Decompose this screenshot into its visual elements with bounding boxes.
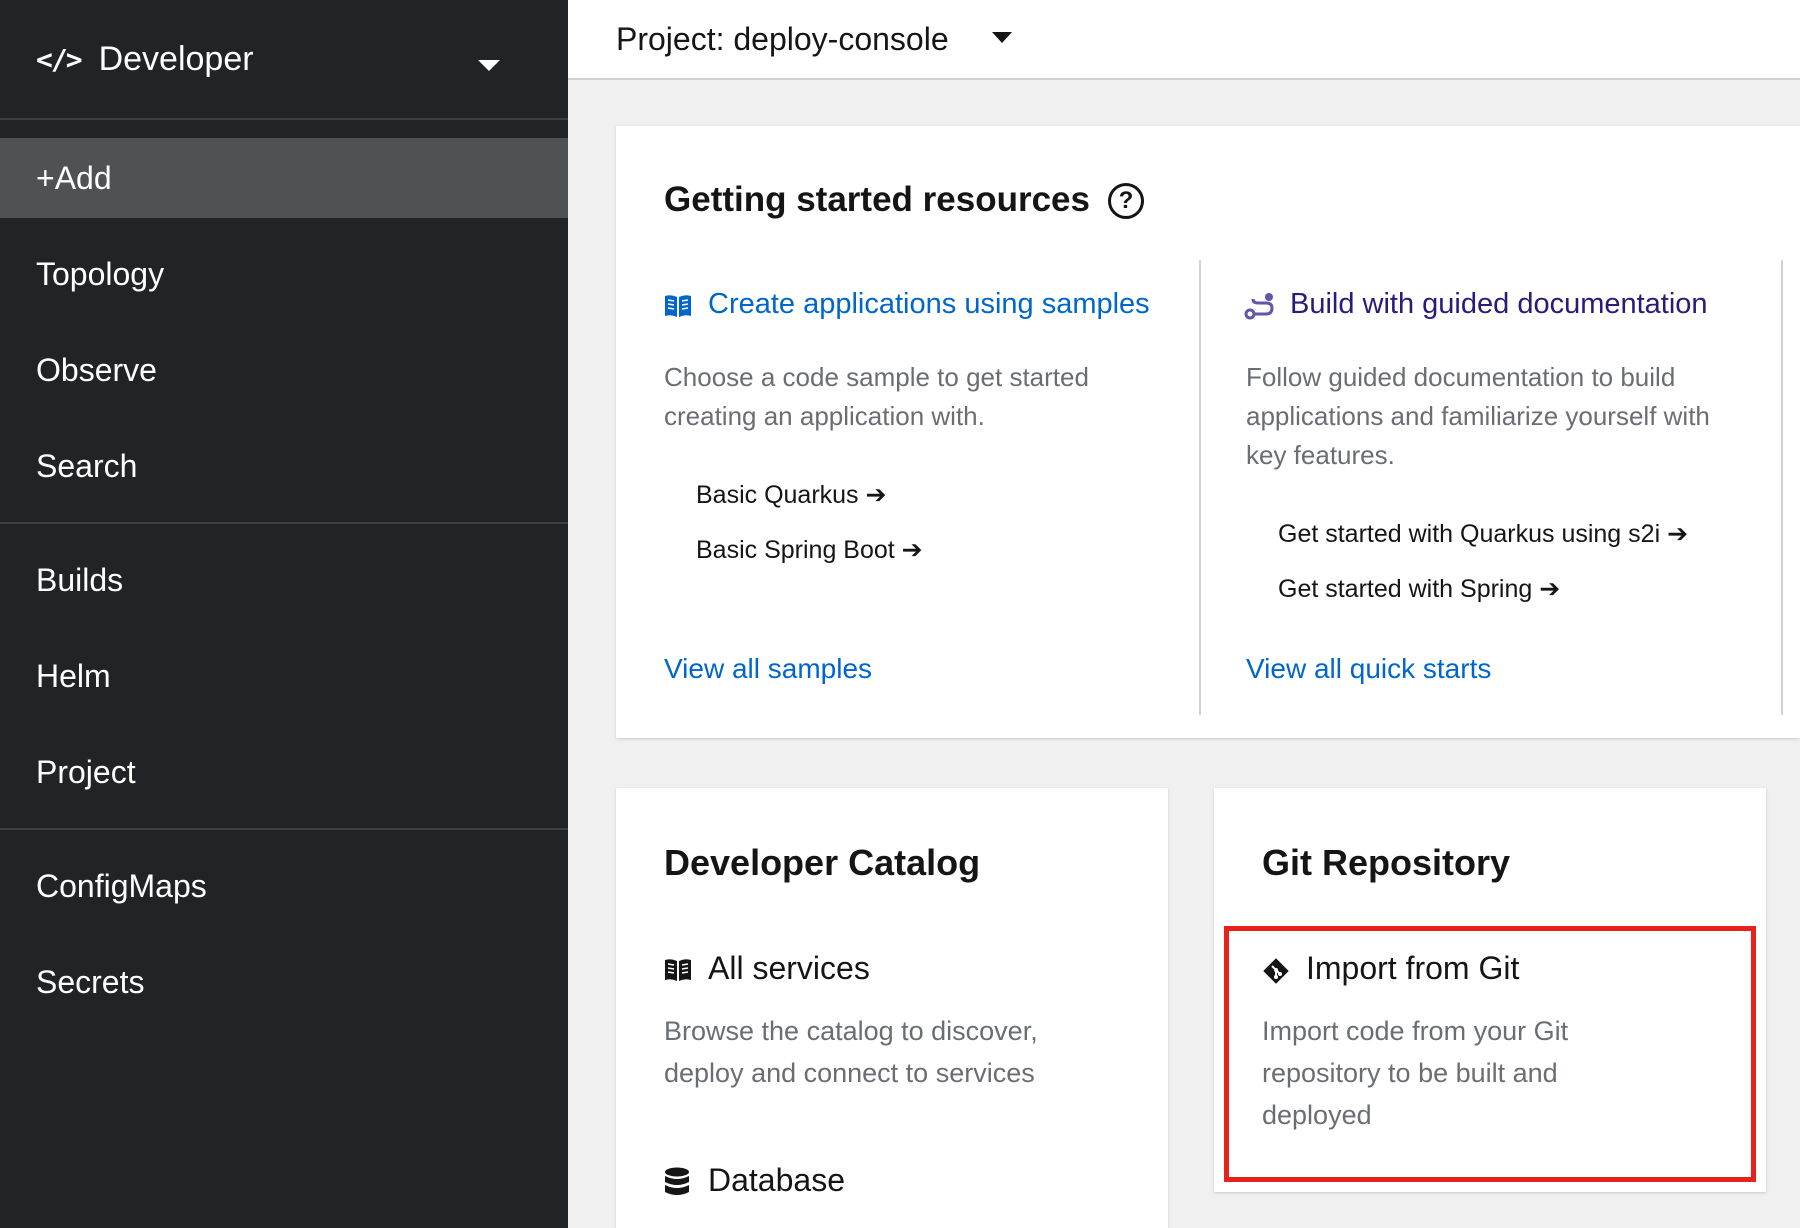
- column-divider: [1199, 260, 1201, 715]
- sample-link-basic-spring-boot[interactable]: Basic Spring Boot ➔: [696, 535, 923, 565]
- nav-divider: [0, 828, 568, 830]
- samples-description: Choose a code sample to get started crea…: [664, 362, 1089, 431]
- highlight-box: [1224, 926, 1756, 1182]
- database-icon: [664, 1167, 690, 1197]
- developer-catalog-title: Developer Catalog: [664, 842, 981, 883]
- create-samples-link[interactable]: Create applications using samples: [708, 288, 1150, 321]
- arrow-right-icon: ➔: [1667, 520, 1689, 548]
- quickstart-link-spring[interactable]: Get started with Spring ➔: [1278, 574, 1560, 604]
- arrow-right-icon: ➔: [865, 481, 887, 509]
- sidebar-item-add[interactable]: +Add: [0, 138, 568, 218]
- sidebar-item-helm[interactable]: Helm: [0, 636, 568, 716]
- caret-down-icon[interactable]: [992, 32, 1012, 43]
- caret-down-icon: [478, 60, 500, 71]
- column-divider: [1781, 260, 1783, 715]
- code-icon: </>: [36, 42, 83, 76]
- route-icon: [1244, 290, 1276, 322]
- sidebar: </> Developer +Add Topology Observe Sear…: [0, 0, 568, 1228]
- database-link[interactable]: Database: [708, 1162, 845, 1199]
- nav-divider: [0, 522, 568, 524]
- guided-documentation-link[interactable]: Build with guided documentation: [1290, 288, 1708, 321]
- sidebar-item-project[interactable]: Project: [0, 732, 568, 812]
- arrow-right-icon: ➔: [1539, 575, 1561, 603]
- perspective-switcher[interactable]: </> Developer: [0, 0, 568, 120]
- sidebar-item-topology[interactable]: Topology: [0, 234, 568, 314]
- sidebar-item-search[interactable]: Search: [0, 426, 568, 506]
- view-all-quick-starts-link[interactable]: View all quick starts: [1246, 653, 1491, 685]
- sidebar-item-configmaps[interactable]: ConfigMaps: [0, 846, 568, 926]
- arrow-right-icon: ➔: [901, 536, 923, 564]
- sample-link-basic-quarkus[interactable]: Basic Quarkus ➔: [696, 480, 886, 510]
- all-services-link[interactable]: All services: [708, 950, 870, 987]
- quickstart-link-quarkus-s2i[interactable]: Get started with Quarkus using s2i ➔: [1278, 519, 1688, 549]
- sidebar-item-observe[interactable]: Observe: [0, 330, 568, 410]
- project-label: Project: deploy-console: [616, 20, 949, 57]
- all-services-description: Browse the catalog to discover, deploy a…: [664, 1016, 1038, 1088]
- book-open-icon: [662, 292, 694, 320]
- project-selector[interactable]: Project: deploy-console: [616, 14, 949, 64]
- getting-started-title: Getting started resources: [664, 180, 1090, 219]
- book-open-icon: [663, 956, 693, 984]
- perspective-label: Developer: [98, 39, 254, 78]
- help-icon[interactable]: ?: [1108, 183, 1144, 219]
- view-all-samples-link[interactable]: View all samples: [664, 653, 872, 685]
- guided-description: Follow guided documentation to build app…: [1246, 362, 1710, 470]
- git-repository-title: Git Repository: [1262, 842, 1511, 883]
- sidebar-item-builds[interactable]: Builds: [0, 540, 568, 620]
- project-bar: Project: deploy-console: [568, 0, 1800, 80]
- sidebar-item-secrets[interactable]: Secrets: [0, 942, 568, 1022]
